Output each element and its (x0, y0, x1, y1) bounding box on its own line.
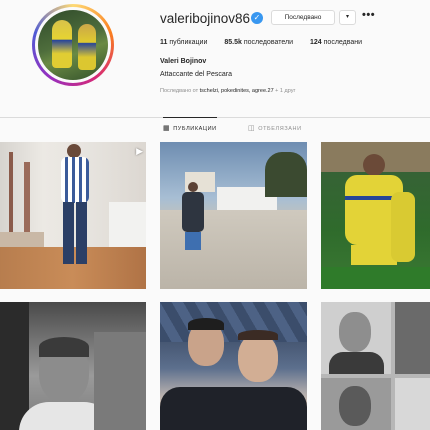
followed-by-suffix: + 1 друг (273, 88, 296, 94)
post-thumbnail[interactable]: ▶ (0, 142, 146, 289)
following-count: 124 (310, 39, 322, 46)
post-image-detail (391, 192, 415, 262)
post-image-detail (363, 154, 385, 176)
post-image-detail (9, 152, 13, 232)
grid-icon: ▦ (163, 124, 171, 132)
post-image-detail (39, 337, 89, 357)
verified-badge-icon: ✓ (251, 12, 263, 24)
tab-posts-label: ПУБЛИКАЦИИ (173, 125, 217, 132)
post-image-detail (395, 378, 430, 430)
followed-by-prefix: Последвано от (160, 88, 200, 94)
followers-label: последователи (243, 39, 293, 46)
profile-tabs: ▦ ПУБЛИКАЦИИ ◫ ОТБЕЛЯЗАНИ (0, 117, 430, 140)
following-button[interactable]: Последвано (271, 10, 335, 25)
posts-count: 11 (160, 39, 168, 46)
following-label: последвани (323, 39, 363, 46)
post-image-detail (329, 352, 384, 374)
post-image-detail (76, 202, 87, 264)
post-image-detail (395, 302, 430, 374)
profile-header: valeribojinov86 ✓ Последвано ▾ ••• 11 пу… (0, 0, 430, 118)
post-image-detail (24, 162, 30, 232)
avatar-frame (35, 7, 111, 83)
post-image-detail (63, 202, 74, 264)
post-image-detail (94, 332, 146, 430)
post-image-detail (185, 232, 201, 250)
avatar-player-figure (78, 24, 96, 70)
tag-icon: ◫ (248, 125, 256, 132)
tab-tagged[interactable]: ◫ ОТБЕЛЯЗАНИ (248, 118, 302, 140)
video-icon: ▶ (136, 146, 143, 156)
avatar-player-figure (52, 20, 72, 68)
profile-full-name: Valeri Bojinov (160, 58, 207, 65)
followed-by-names[interactable]: tschelzi, pokedinites, agree.27 (200, 88, 274, 94)
post-image-detail (61, 157, 89, 203)
tab-tagged-label: ОТБЕЛЯЗАНИ (258, 126, 302, 132)
profile-stats: 11 публикации 85.5k последователи 124 по… (160, 39, 362, 46)
post-image-detail (188, 182, 198, 192)
profile-avatar[interactable] (32, 4, 114, 86)
followers-count: 85.5k (224, 39, 242, 46)
chevron-down-icon[interactable]: ▾ (339, 10, 356, 25)
profile-bio: Attaccante del Pescara (160, 71, 232, 78)
more-options-icon[interactable]: ••• (362, 9, 375, 21)
followed-by-text[interactable]: Последвано от tschelzi, pokedinites, agr… (160, 88, 295, 94)
post-thumbnail[interactable] (321, 142, 430, 289)
post-thumbnail[interactable] (160, 302, 307, 430)
following-stat[interactable]: 124 последвани (310, 39, 362, 46)
post-image-detail (238, 334, 278, 382)
avatar-image (38, 10, 108, 80)
post-image-detail (67, 144, 81, 158)
post-image-detail (0, 302, 29, 430)
post-image-detail (339, 312, 371, 352)
post-image-detail (265, 152, 307, 197)
post-image-detail (160, 387, 307, 430)
post-image-detail (321, 267, 430, 289)
posts-stat: 11 публикации (160, 39, 207, 46)
post-thumbnail[interactable] (0, 302, 146, 430)
post-image-detail (188, 318, 224, 330)
post-image-detail (182, 192, 204, 232)
profile-username: valeribojinov86 (160, 11, 251, 26)
tab-posts[interactable]: ▦ ПУБЛИКАЦИИ (163, 117, 217, 139)
post-image-detail (160, 302, 307, 342)
posts-grid: ▶ (0, 142, 430, 430)
followers-stat[interactable]: 85.5k последователи (224, 39, 293, 46)
post-image-detail (339, 386, 371, 426)
posts-label: публикации (169, 39, 208, 46)
post-thumbnail[interactable] (160, 142, 307, 289)
post-image-detail (238, 330, 278, 340)
post-thumbnail[interactable] (321, 302, 430, 430)
